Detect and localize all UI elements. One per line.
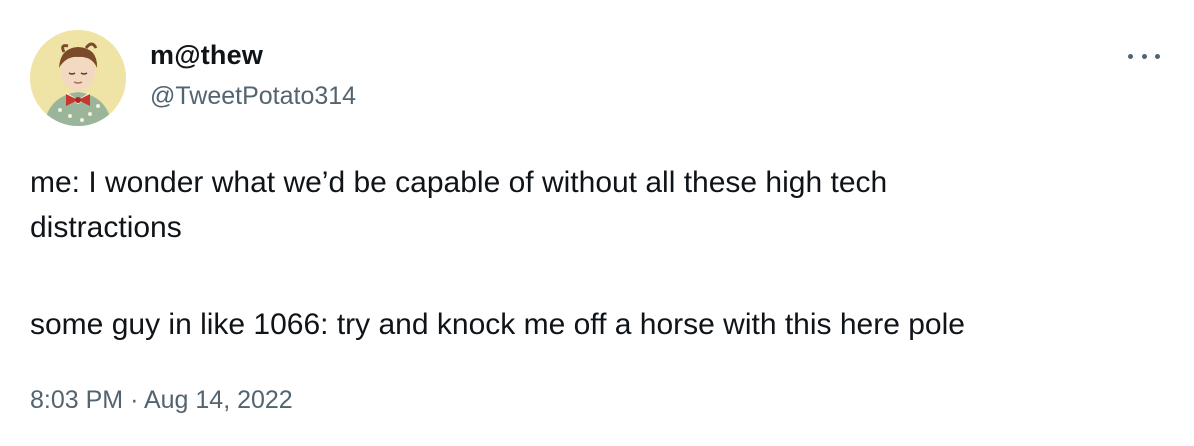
meta-separator: · (130, 386, 139, 414)
more-horizontal-icon[interactable] (1128, 44, 1160, 68)
more-dot (1155, 53, 1160, 59)
more-dot (1128, 53, 1133, 59)
tweet-timestamp[interactable]: 8:03 PM · Aug 14, 2022 (30, 386, 293, 415)
tweet-text-line: distractions (30, 211, 182, 244)
tweet-time[interactable]: 8:03 PM (30, 386, 123, 414)
avatar[interactable] (30, 30, 126, 126)
display-name[interactable]: m@thew (150, 40, 263, 71)
tweet-date[interactable]: Aug 14, 2022 (144, 386, 293, 414)
tweet-text-line: some guy in like 1066: try and knock me … (30, 308, 965, 341)
tweet-card: m@thew @TweetPotato314 me: I wonder what… (0, 0, 1194, 446)
user-handle[interactable]: @TweetPotato314 (150, 82, 356, 111)
avatar-illustration (30, 30, 126, 126)
tweet-text-line: me: I wonder what we’d be capable of wit… (30, 166, 888, 199)
more-dot (1141, 53, 1147, 59)
